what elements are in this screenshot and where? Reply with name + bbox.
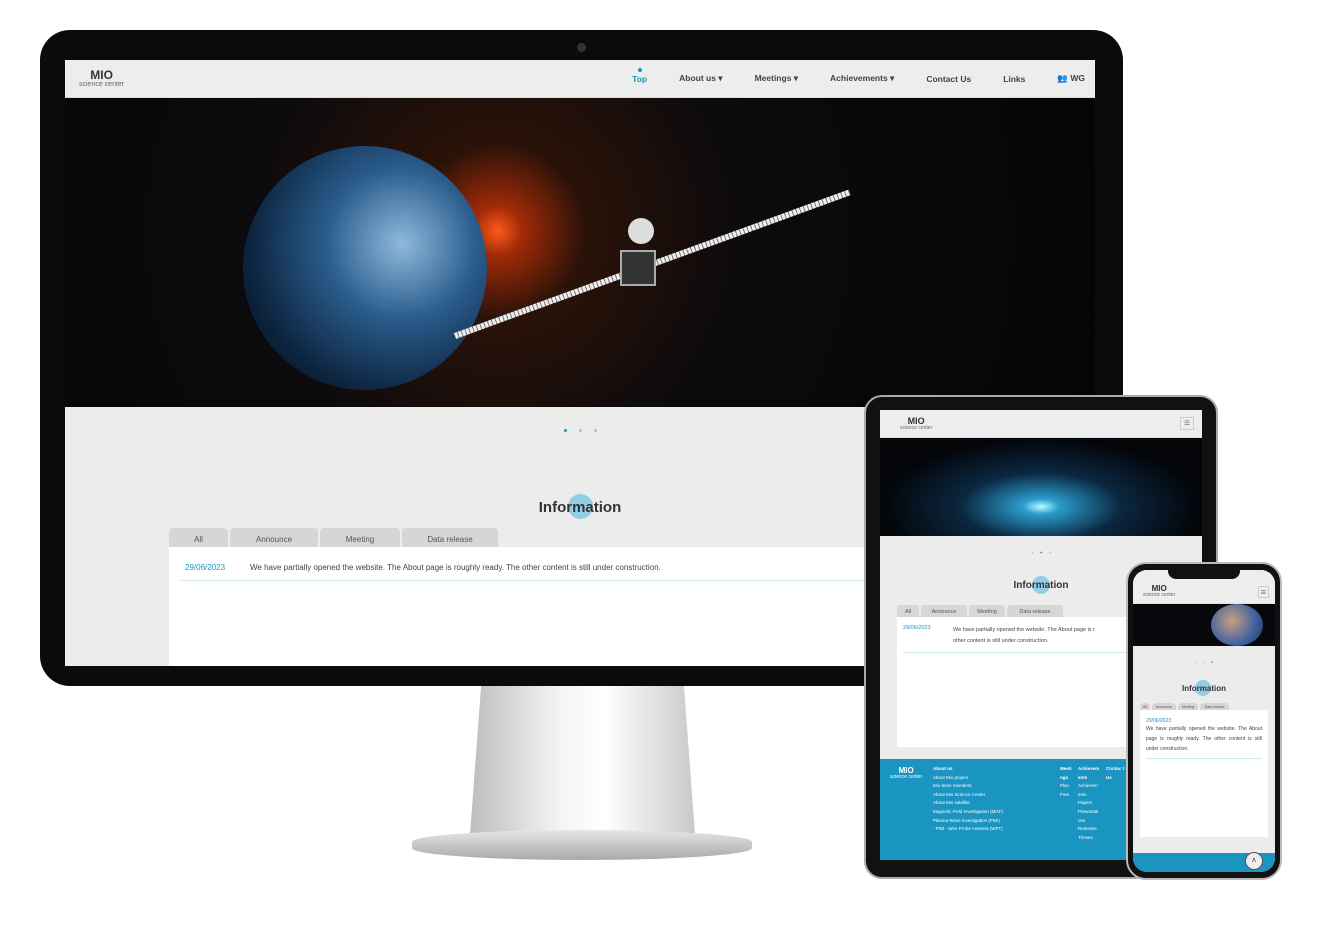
nav-top[interactable]: Top	[632, 67, 647, 84]
footer-link[interactable]: Plan	[1060, 783, 1069, 788]
tablet-navbar: MIO science center ≡	[880, 410, 1202, 438]
scroll-to-top-button[interactable]: ˄	[1245, 852, 1263, 870]
earth-image	[243, 146, 487, 390]
phone-notch	[1168, 570, 1240, 579]
nav-links[interactable]: Links	[1003, 74, 1025, 84]
nav-about-us[interactable]: About us ▾	[679, 73, 722, 84]
tab-all[interactable]: All	[169, 528, 228, 547]
tab-announce[interactable]: Announce	[921, 605, 967, 617]
hero-carousel[interactable]	[880, 438, 1202, 536]
users-icon: 👥	[1057, 73, 1068, 83]
info-panel: 29/06/2023 We have partially opened the …	[1140, 710, 1268, 837]
entry-date: 29/06/2023	[903, 625, 931, 631]
info-tabs: All Announce Meeting Data release	[1140, 703, 1275, 710]
carousel-indicators[interactable]	[944, 546, 1137, 557]
footer-about-column: About us About Mio project Mio team memb…	[933, 766, 1004, 832]
carousel-indicators[interactable]	[1169, 657, 1240, 666]
camera	[577, 43, 586, 52]
footer-link[interactable]: About Mio project	[933, 775, 968, 780]
desktop-navbar: MIO science center Top About us ▾ Meeting…	[65, 60, 1095, 98]
footer-link[interactable]: Past	[1060, 792, 1069, 797]
tab-all[interactable]: All	[1140, 703, 1150, 710]
entry-text: We have partially opened the website. Th…	[953, 627, 1095, 644]
satellite-antenna	[628, 218, 654, 244]
hero-carousel[interactable]	[1133, 604, 1275, 646]
footer-link[interactable]: Presentati ons	[1078, 809, 1098, 823]
phone-screen: MIO science center ≡ Information All Anno…	[1133, 570, 1275, 872]
entry-text: We have partially opened the website. Th…	[250, 563, 661, 572]
tab-meeting[interactable]: Meeting	[1178, 703, 1198, 710]
information-heading: Information	[1133, 680, 1275, 696]
entry-date: 29/06/2023	[185, 563, 226, 572]
footer-link[interactable]: Achievem ents	[1078, 783, 1098, 797]
nav-contact-us[interactable]: Contact Us	[926, 74, 971, 84]
entry-text: We have partially opened the website. Th…	[1146, 726, 1262, 752]
monitor-stand-neck	[470, 684, 695, 834]
nav-wg[interactable]: 👥 WG	[1057, 73, 1085, 84]
footer-link[interactable]: Mio team members	[933, 783, 972, 788]
tab-all[interactable]: All	[897, 605, 919, 617]
tab-meeting[interactable]: Meeting	[969, 605, 1005, 617]
footer-link[interactable]: About Mio Science Center	[933, 792, 985, 797]
site-logo[interactable]: MIO science center	[900, 416, 932, 431]
info-entry[interactable]: 29/06/2023 We have partially opened the …	[1146, 718, 1262, 759]
nav-achievements[interactable]: Achievements ▾	[830, 73, 894, 84]
site-logo[interactable]: MIO science center	[1143, 585, 1175, 598]
mercury-image	[1211, 604, 1263, 646]
tab-announce[interactable]: Announce	[230, 528, 318, 547]
tab-data-release[interactable]: Data release	[402, 528, 498, 547]
hero-carousel[interactable]	[65, 98, 1095, 407]
nav-meetings[interactable]: Meetings ▾	[755, 73, 798, 84]
footer-link[interactable]: About Mio satellite	[933, 800, 970, 805]
site-logo[interactable]: MIO science center	[79, 69, 124, 88]
footer-achievements-column: Achievem ents Achievem ents Papers Prese…	[1078, 766, 1100, 840]
monitor-stand-base	[412, 830, 752, 860]
tab-data-release[interactable]: Data release	[1200, 703, 1229, 710]
footer-logo[interactable]: MIO science center	[890, 767, 922, 780]
footer-link[interactable]: - PWI - Wire Probe Antenna (WPT)	[933, 826, 1003, 831]
tab-meeting[interactable]: Meeting	[320, 528, 400, 547]
footer-contact-column[interactable]: Contac t Us	[1106, 765, 1124, 782]
footer-link[interactable]: Plasma Wave Investigation (PWI)	[933, 818, 1000, 823]
footer-link[interactable]: Magnetic Field Investigation (MGF)	[933, 809, 1003, 814]
tab-announce[interactable]: Announce	[1152, 703, 1176, 710]
footer-link[interactable]: Theses	[1078, 835, 1093, 840]
footer-link[interactable]: Releases	[1078, 826, 1097, 831]
satellite-body	[620, 250, 656, 286]
footer-link[interactable]: Papers	[1078, 800, 1092, 805]
hamburger-menu-icon[interactable]: ≡	[1257, 585, 1269, 598]
hamburger-menu-icon[interactable]: ≡	[1180, 417, 1194, 430]
tab-data-release[interactable]: Data release	[1007, 605, 1063, 617]
footer-meetings-column: Meeti ngs Plan Past	[1060, 766, 1072, 797]
